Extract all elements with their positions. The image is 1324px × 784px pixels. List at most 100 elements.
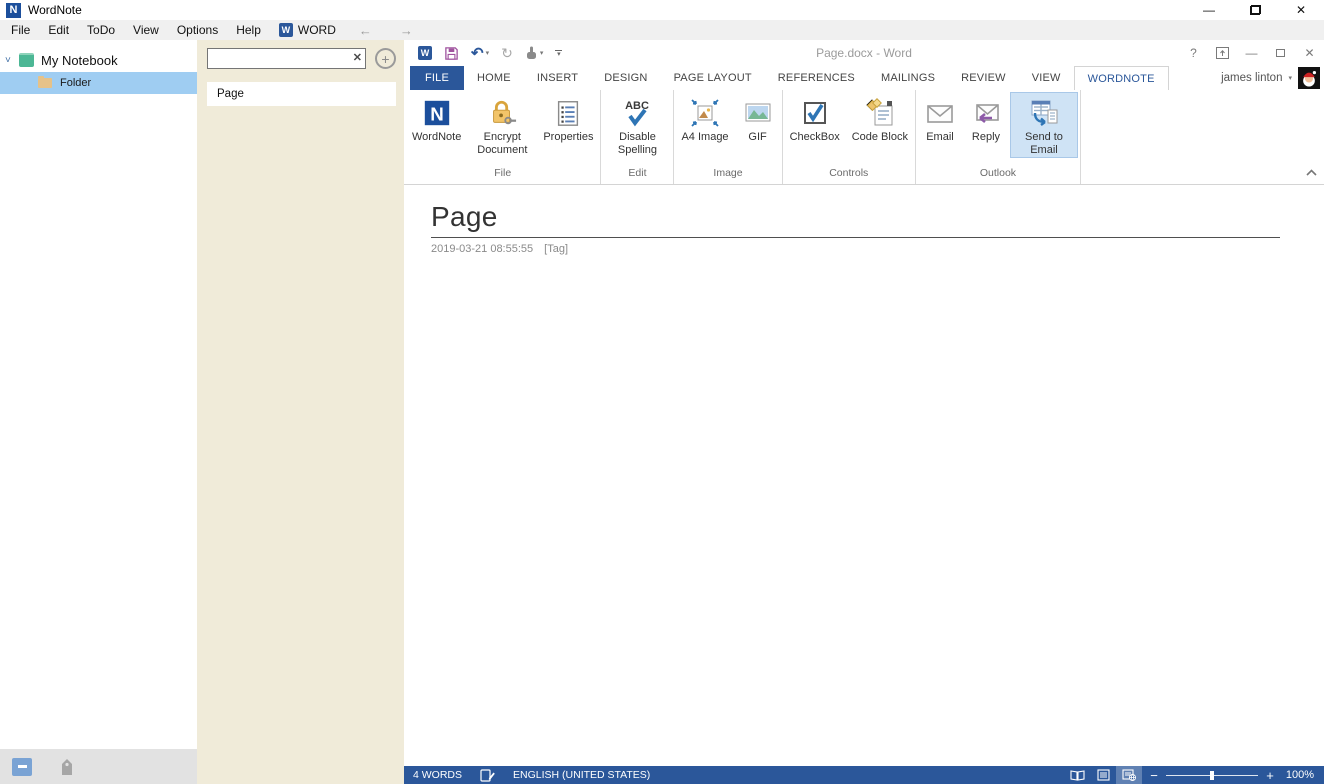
tab-home[interactable]: HOME [464,66,524,90]
wordnote-button[interactable]: N WordNote [407,92,466,145]
tab-file[interactable]: FILE [410,66,464,90]
ribbon-group-controls: CheckBox [783,90,916,184]
menu-edit[interactable]: Edit [39,20,78,40]
word-titlebar: Page.docx - Word W ↶ ▾ ↻ [404,40,1324,66]
tab-page-layout[interactable]: PAGE LAYOUT [661,66,765,90]
group-label-edit: Edit [602,167,672,184]
word-logo-icon: W [279,23,293,37]
menu-todo[interactable]: ToDo [78,20,124,40]
sidebar-item-my-notebook[interactable]: ˅ My Notebook [0,48,197,72]
customize-qat-button[interactable]: ▾ [555,50,562,57]
user-name: james linton [1221,72,1282,84]
word-window: Page.docx - Word W ↶ ▾ ↻ [404,40,1324,784]
redo-button[interactable]: ↻ [497,45,517,62]
menubar: File Edit ToDo View Options Help W WORD … [0,20,1324,40]
folder-label: Folder [60,77,91,89]
checkbox-button[interactable]: CheckBox [785,92,845,145]
word-minimize-button[interactable]: — [1237,40,1266,66]
web-layout-icon [1122,769,1136,781]
encrypt-document-button[interactable]: Encrypt Document [468,92,536,158]
page-tag[interactable]: [Tag] [544,243,568,255]
read-mode-button[interactable] [1064,766,1090,784]
svg-text:ABC: ABC [626,100,650,112]
list-item-page[interactable]: Page [207,82,396,106]
close-button[interactable]: ✕ [1278,0,1324,20]
ribbon-display-options-icon [1216,47,1229,59]
zoom-out-button[interactable]: − [1142,768,1166,783]
reply-button[interactable]: Reply [964,92,1008,145]
page-title[interactable]: Page [431,202,1324,233]
lock-icon [485,95,519,131]
tab-references[interactable]: REFERENCES [765,66,868,90]
page-list: Page [207,82,396,106]
gif-icon [741,95,775,131]
zoom-in-button[interactable]: + [1258,768,1282,783]
restore-button[interactable] [1232,0,1278,20]
search-input[interactable] [207,48,366,69]
tab-wordnote[interactable]: WORDNOTE [1074,66,1169,90]
ribbon-group-image: A4 Image GIF Image [674,90,782,184]
code-block-button[interactable]: Code Block [847,92,913,145]
read-mode-icon [1070,770,1085,781]
tab-design[interactable]: DESIGN [591,66,660,90]
send-to-email-button[interactable]: Send to Email [1010,92,1078,158]
notebook-icon [19,53,34,67]
tab-mailings[interactable]: MAILINGS [868,66,948,90]
sidebar-bottom-bar [0,749,197,784]
tab-review[interactable]: REVIEW [948,66,1019,90]
gif-button[interactable]: GIF [736,92,780,145]
collapse-ribbon-button[interactable] [1306,163,1317,181]
ribbon: N WordNote [404,90,1324,185]
properties-button[interactable]: Properties [538,92,598,145]
add-page-button[interactable]: + [375,48,396,69]
menu-help[interactable]: Help [227,20,270,40]
email-button[interactable]: Email [918,92,962,145]
undo-button[interactable]: ↶ ▾ [467,44,493,62]
web-layout-button[interactable] [1116,766,1142,784]
save-button[interactable] [440,46,463,61]
print-layout-button[interactable] [1090,766,1116,784]
menu-file[interactable]: File [2,20,39,40]
menu-view[interactable]: View [124,20,168,40]
email-icon [923,95,957,131]
quick-access-toolbar: W ↶ ▾ ↻ [404,44,562,62]
help-button[interactable]: ? [1179,40,1208,66]
a4-image-icon [688,95,722,131]
disable-spelling-button[interactable]: ABC Disable Spelling [603,92,671,158]
word-maximize-button[interactable] [1266,40,1295,66]
tab-insert[interactable]: INSERT [524,66,591,90]
checkbox-icon [798,95,832,131]
minimize-button[interactable]: — [1186,0,1232,20]
clear-search-icon[interactable]: ✕ [353,51,362,64]
tab-view[interactable]: VIEW [1019,66,1074,90]
zoom-slider[interactable] [1166,771,1258,780]
touch-mode-button[interactable]: ▾ [521,46,548,60]
proofing-status[interactable] [471,766,504,784]
nav-forward-button[interactable]: → [386,23,427,38]
word-window-controls: ? — ✕ [1179,40,1324,66]
menu-word[interactable]: W WORD [270,23,345,37]
window-controls: — ✕ [1186,0,1324,20]
chevron-down-icon[interactable]: ˅ [5,55,17,66]
group-label-file: File [406,167,599,184]
word-app-icon: W [414,46,436,60]
menu-word-label: WORD [298,23,336,37]
document-canvas[interactable]: Page 2019-03-21 08:55:55[Tag] [404,185,1324,766]
menu-options[interactable]: Options [168,20,227,40]
proofing-icon [480,769,495,782]
avatar[interactable] [1298,67,1320,89]
language-status[interactable]: ENGLISH (UNITED STATES) [504,766,659,784]
redo-icon: ↻ [501,45,513,62]
note-icon[interactable] [12,758,32,776]
zoom-level[interactable]: 100% [1282,769,1324,781]
tag-icon[interactable] [58,757,76,777]
nav-back-button[interactable]: ← [345,23,386,38]
sidebar-item-folder[interactable]: Folder [0,72,197,94]
word-close-button[interactable]: ✕ [1295,40,1324,66]
code-block-icon [863,95,897,131]
account-menu[interactable]: james linton ▾ [1221,66,1324,90]
a4-image-button[interactable]: A4 Image [676,92,733,145]
ribbon-display-options-button[interactable] [1208,40,1237,66]
word-count[interactable]: 4 WORDS [404,766,471,784]
zoom-slider-thumb[interactable] [1210,771,1214,780]
